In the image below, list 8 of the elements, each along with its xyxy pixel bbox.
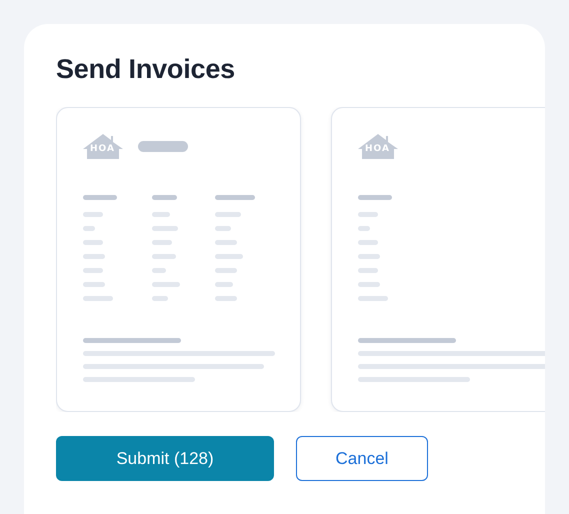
cancel-button[interactable]: Cancel <box>296 436 428 481</box>
page-title: Send Invoices <box>56 54 236 85</box>
title-placeholder <box>138 141 188 152</box>
logo-text: HOA <box>365 144 390 155</box>
house-icon <box>358 134 398 159</box>
submit-button[interactable]: Submit (128) <box>56 436 274 481</box>
house-icon <box>83 134 123 159</box>
logo-text: HOA <box>90 144 115 155</box>
